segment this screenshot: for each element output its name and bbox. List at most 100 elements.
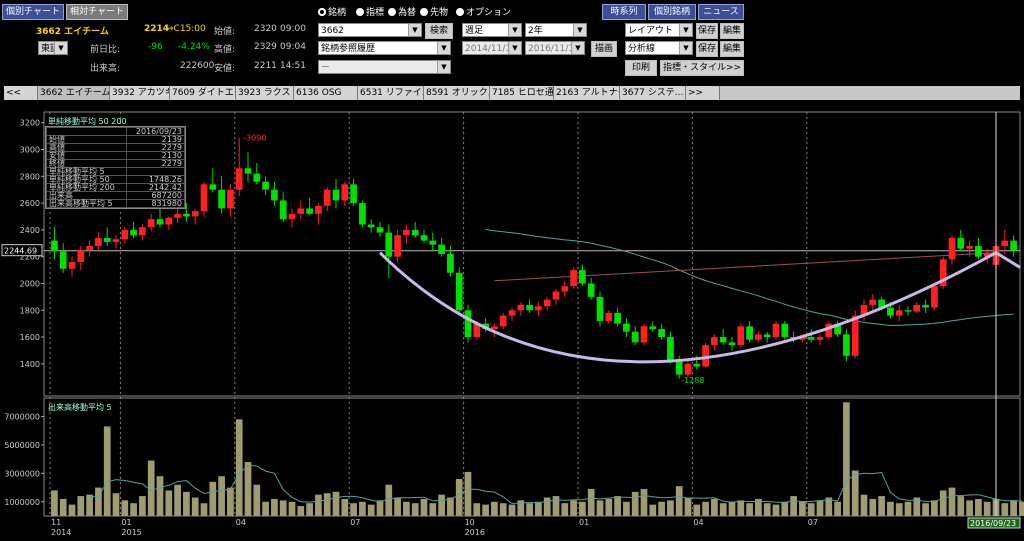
stock-tab[interactable]: 3662 エイチーム — [38, 86, 110, 100]
layout-edit-button[interactable]: 編集 — [720, 23, 744, 39]
candle-body — [156, 219, 164, 225]
high-time: 09:04 — [280, 42, 306, 52]
volume-bar — [227, 487, 234, 516]
candle-body — [271, 189, 278, 201]
period-unit-select[interactable]: 週足 ▼ — [462, 23, 522, 37]
tab-relative-chart[interactable]: 相対チャート — [66, 4, 128, 20]
code-input[interactable]: 3662 ▼ — [318, 23, 422, 37]
period-span-select[interactable]: 2年 ▼ — [525, 23, 587, 37]
volume-bar — [667, 500, 674, 516]
radio-futures[interactable]: 先物 — [420, 5, 448, 18]
candle-body — [508, 310, 516, 316]
volume-bar — [623, 501, 630, 516]
volume-bar — [438, 494, 445, 516]
volume-bar — [209, 481, 217, 516]
month-tick-label: 07 — [808, 518, 818, 527]
candle-body — [746, 326, 753, 340]
candle-body — [728, 342, 736, 346]
news-button[interactable]: ニュース — [698, 4, 744, 20]
volume-bar — [957, 496, 965, 516]
candle-body — [763, 334, 771, 338]
volume-bar — [684, 497, 692, 516]
price-tick-label: 1800 — [20, 306, 40, 315]
volume-bar — [306, 503, 313, 516]
month-tick-label: 11 — [51, 518, 61, 527]
volume-bar — [807, 503, 815, 516]
candle-body — [367, 224, 375, 228]
low-marker-label: -1288 — [681, 376, 704, 385]
search-button[interactable]: 検索 — [425, 23, 453, 39]
volume-bar — [447, 497, 454, 516]
volume-bar — [640, 488, 648, 516]
candle-body — [596, 296, 604, 321]
stock-tab[interactable]: 8591 オリックス — [424, 86, 490, 100]
volume-bar — [429, 503, 437, 516]
volume-tick-label: 1000000 — [4, 498, 40, 507]
print-button[interactable]: 印刷 — [625, 60, 657, 76]
stock-tab[interactable]: 3677 システ... — [620, 86, 686, 100]
layout-save-button[interactable]: 保存 — [696, 23, 718, 39]
candle-body — [957, 237, 965, 249]
candle-body — [288, 213, 296, 220]
stock-tab[interactable]: 6531 リファイ... — [358, 86, 424, 100]
date-to[interactable]: 2016/11/12 ▼ — [525, 41, 585, 55]
stock-tab[interactable]: 2163 アルトナー — [554, 86, 620, 100]
stock-tab[interactable]: 3923 ラクス — [236, 86, 294, 100]
stock-tab[interactable]: 6136 OSG — [294, 86, 358, 100]
candle-body — [807, 337, 815, 340]
individual-stock-button[interactable]: 個別銘柄 — [648, 4, 696, 20]
market-select[interactable]: 東証 ▼ — [38, 41, 68, 55]
blank-select[interactable]: ー ▼ — [318, 60, 451, 74]
month-tick-label: 01 — [579, 518, 589, 527]
analysis-edit-button[interactable]: 編集 — [720, 41, 744, 57]
radio-stock[interactable]: 銘柄 — [318, 5, 346, 18]
candle-body — [411, 229, 419, 236]
stock-tab-bar: <<3662 エイチーム3932 アカツキ7609 ダイトエレク3923 ラクス… — [4, 86, 1020, 100]
tab-individual-chart[interactable]: 個別チャート — [2, 4, 64, 20]
month-tick-label: 10 — [465, 518, 475, 527]
candle-body — [491, 326, 498, 330]
ma-label: 単純移動平均 50 200 — [48, 116, 127, 126]
volume-bar — [631, 491, 639, 516]
candle-body — [112, 239, 120, 242]
candle-body — [174, 213, 181, 218]
volume-bar — [385, 484, 393, 516]
candle-body — [975, 245, 982, 257]
price-tick-label: 1600 — [20, 333, 40, 342]
stock-tab[interactable]: 3932 アカツキ — [110, 86, 170, 100]
time-series-button[interactable]: 時系列 — [602, 4, 646, 20]
date-from[interactable]: 2014/11/12 ▼ — [462, 41, 522, 55]
volume-bar — [403, 501, 410, 516]
analysis-save-button[interactable]: 保存 — [696, 41, 718, 57]
volume-bar — [596, 500, 604, 516]
candle-body — [684, 363, 692, 375]
price-tick-label: 3200 — [20, 119, 40, 128]
stock-tab[interactable]: 7609 ダイトエレク — [170, 86, 236, 100]
volume-bar — [121, 500, 129, 516]
draw-button[interactable]: 描画 — [591, 41, 617, 57]
indicator-style-button[interactable]: 指標・スタイル>> — [660, 60, 744, 76]
candle-body — [922, 304, 929, 308]
tab-prev-button[interactable]: << — [4, 86, 38, 100]
price-panel-frame — [43, 111, 1021, 397]
candle-body — [183, 213, 190, 217]
candle-body — [526, 304, 533, 311]
candle-body — [605, 312, 613, 321]
history-select[interactable]: 銘柄参照履歴 ▼ — [318, 41, 451, 55]
radio-index[interactable]: 指標 — [356, 5, 384, 18]
candle-body — [447, 254, 454, 273]
radio-option[interactable]: オプション — [456, 5, 511, 18]
volume-bar — [271, 498, 278, 516]
volume-bar — [464, 471, 472, 516]
stock-tab[interactable]: 7185 ヒロセ通商 — [490, 86, 554, 100]
radio-fx[interactable]: 為替 — [388, 5, 416, 18]
volume-bar — [59, 498, 67, 516]
tab-next-button[interactable]: >> — [686, 86, 720, 100]
volume-bar — [983, 501, 991, 516]
analysis-select[interactable]: 分析線 ▼ — [625, 41, 693, 55]
volume-bar — [587, 488, 595, 516]
candle-body — [711, 337, 718, 346]
volume-bar — [68, 504, 76, 516]
layout-select[interactable]: レイアウト ▼ — [625, 23, 693, 37]
volume-bar — [675, 486, 683, 516]
